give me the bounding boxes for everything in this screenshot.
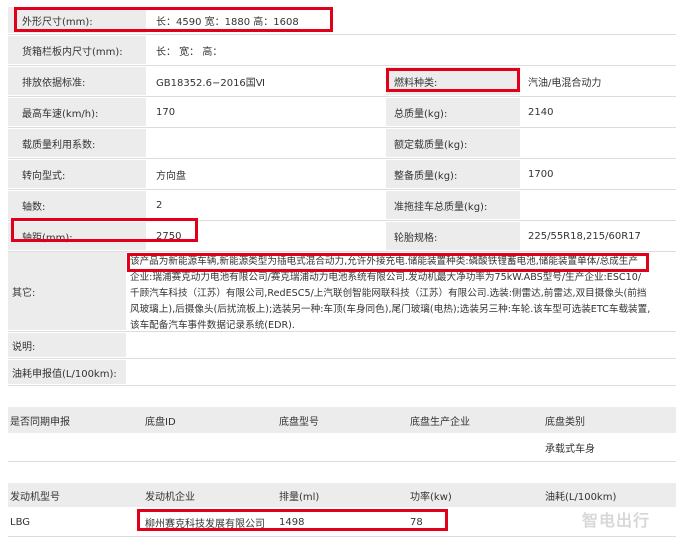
fuel-type-value: 汽油/电混合动力: [522, 67, 676, 95]
notes-row: 说明:: [8, 333, 676, 357]
other-label: 其它:: [8, 252, 126, 330]
spec-row-axles: 轴数: 2 准拖挂车总质量(kg):: [8, 191, 676, 219]
spec-row-emission: 排放依据标准: GB18352.6−2016国Ⅵ 燃料种类: 汽油/电混合动力: [8, 67, 676, 95]
rated-load-value: [522, 129, 676, 157]
chassis-header-row: 是否同期申报 底盘ID 底盘型号 底盘生产企业 底盘类别: [8, 407, 676, 433]
other-line: 风玻璃上),后摄像头(后扰流板上);选装另一种:车顶(车身同色),尾门玻璃(电热…: [130, 304, 651, 315]
tires-label: 轮胎规格:: [386, 222, 520, 250]
steering-label: 转向型式:: [8, 160, 146, 188]
axles-label: 轴数:: [8, 191, 146, 219]
curb-mass-value: 1700: [522, 160, 676, 188]
dimensions-value: 长：4590 宽：1880 高：1608: [148, 7, 676, 33]
engine-header: 发动机企业: [145, 491, 195, 503]
trailer-mass-value: [522, 191, 676, 219]
other-line: 该产品为新能源车辆,新能源类型为插电式混合动力,允许外接充电.储能装置种类:磷酸…: [130, 256, 638, 267]
engine-header: 发动机型号: [10, 491, 60, 503]
engine-cell: 78: [410, 516, 423, 528]
engine-header-row: 发动机型号 发动机企业 排量(ml) 功率(kw) 油耗(L/100km): [8, 483, 676, 507]
chassis-cell: [145, 434, 279, 460]
rated-load-label: 额定载质量(kg):: [386, 129, 520, 157]
max-speed-value: 170: [148, 98, 384, 126]
other-line: 企业:瑞浦赛克动力电池有限公司/赛克瑞浦动力电池系统有限公司.发动机最大净功率为…: [130, 272, 642, 283]
fuel-consumption-label: 油耗申报值(L/100km):: [8, 360, 126, 384]
chassis-data-row: 承载式车身: [8, 434, 676, 460]
emission-label: 排放依据标准:: [8, 67, 146, 95]
wheelbase-label: 轴距(mm):: [8, 222, 146, 250]
notes-label: 说明:: [8, 333, 126, 357]
spec-row-load: 载质量利用系数: 额定载质量(kg):: [8, 129, 676, 157]
spec-row-wheelbase: 轴距(mm): 2750 轮胎规格: 225/55R18,215/60R17: [8, 222, 676, 250]
engine-cell: 柳州赛克科技发展有限公司: [145, 518, 265, 530]
cargo-box-label: 货箱栏板内尺寸(mm):: [8, 36, 146, 64]
other-line: 千顾汽车科技（江苏）有限公司,RedESC5/上汽联创智能网联科技（江苏）有限公…: [130, 288, 647, 299]
spec-row-steering: 转向型式: 方向盘 整备质量(kg): 1700: [8, 160, 676, 188]
max-speed-label: 最高车速(km/h):: [8, 98, 146, 126]
steering-value: 方向盘: [148, 160, 384, 188]
load-coef-value: [148, 129, 384, 157]
chassis-header: 底盘类别: [545, 416, 585, 428]
engine-header: 油耗(L/100km): [545, 491, 617, 503]
emission-value: GB18352.6−2016国Ⅵ: [148, 67, 384, 95]
total-mass-value: 2140: [522, 98, 676, 126]
engine-cell: LBG: [10, 516, 31, 528]
tires-value: 225/55R18,215/60R17: [522, 222, 676, 250]
dimensions-label: 外形尺寸(mm):: [8, 7, 146, 33]
notes-value: [128, 333, 676, 357]
chassis-cell: [410, 434, 544, 460]
fuel-consumption-value: [128, 360, 676, 384]
load-coef-label: 载质量利用系数:: [8, 129, 146, 157]
total-mass-label: 总质量(kg):: [386, 98, 520, 126]
chassis-cell: [10, 434, 144, 460]
fuel-consumption-row: 油耗申报值(L/100km):: [8, 360, 676, 384]
chassis-header: 底盘ID: [145, 416, 176, 428]
chassis-cell: 承载式车身: [545, 443, 595, 455]
other-text: 该产品为新能源车辆,新能源类型为插电式混合动力,允许外接充电.储能装置种类:磷酸…: [130, 254, 670, 334]
chassis-cell: [279, 434, 413, 460]
engine-cell: 1498: [279, 516, 305, 528]
spec-row-dimensions: 外形尺寸(mm): 长：4590 宽：1880 高：1608: [8, 7, 676, 33]
chassis-header: 底盘生产企业: [410, 416, 470, 428]
engine-data-row: LBG 柳州赛克科技发展有限公司 1498 78: [8, 509, 676, 535]
trailer-mass-label: 准拖挂车总质量(kg):: [386, 191, 520, 219]
spec-row-speed: 最高车速(km/h): 170 总质量(kg): 2140: [8, 98, 676, 126]
chassis-header: 底盘型号: [279, 416, 319, 428]
curb-mass-label: 整备质量(kg):: [386, 160, 520, 188]
cargo-box-value: 长： 宽： 高：: [148, 36, 676, 64]
wheelbase-value: 2750: [148, 222, 384, 250]
chassis-header: 是否同期申报: [10, 416, 70, 428]
engine-header: 功率(kw): [410, 491, 452, 503]
watermark-logo: 智电出行: [581, 511, 650, 530]
fuel-type-label: 燃料种类:: [386, 67, 520, 95]
spec-row-cargo-box: 货箱栏板内尺寸(mm): 长： 宽： 高：: [8, 36, 676, 64]
engine-header: 排量(ml): [279, 491, 320, 503]
axles-value: 2: [148, 191, 384, 219]
